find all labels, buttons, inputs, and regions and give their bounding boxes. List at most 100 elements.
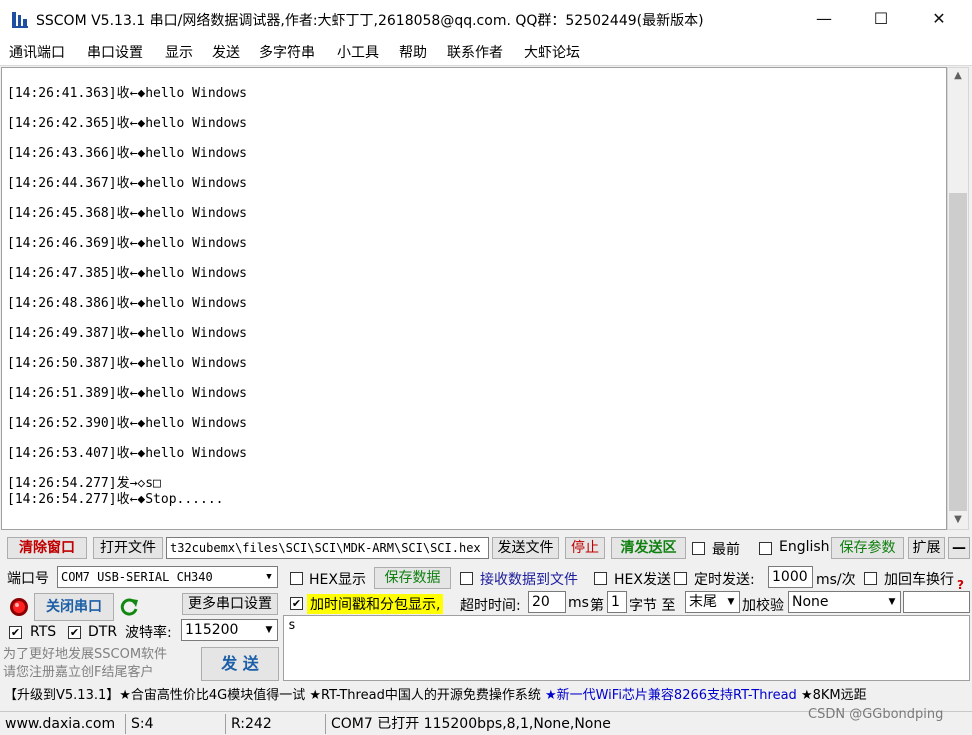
chevron-down-icon: ▼ xyxy=(261,567,277,587)
recv-to-file-checkbox[interactable] xyxy=(460,572,473,585)
checksum-label: 加校验 xyxy=(742,598,784,614)
stop-button[interactable]: 停止 xyxy=(565,537,605,559)
file-path-field[interactable]: t32cubemx\files\SCI\SCI\MDK-ARM\SCI\SCI.… xyxy=(166,537,489,559)
port-status: COM7 已打开 115200bps,8,1,None,None xyxy=(331,716,611,732)
timeout-input[interactable]: 20 xyxy=(528,591,566,613)
menu-item-tools[interactable]: 小工具 xyxy=(337,42,379,62)
save-params-button[interactable]: 保存参数 xyxy=(831,537,904,559)
port-value: COM7 USB-SERIAL CH340 xyxy=(61,570,213,584)
open-file-button[interactable]: 打开文件 xyxy=(93,537,163,559)
rts-checkbox[interactable]: ✔ xyxy=(9,626,22,639)
save-data-button[interactable]: 保存数据 xyxy=(374,567,451,589)
rts-label: RTS xyxy=(30,624,57,640)
topmost-checkbox[interactable] xyxy=(692,542,705,555)
receive-line: [14:26:41.363]收←◆hello Windows xyxy=(7,86,247,101)
menu-item-forum[interactable]: 大虾论坛 xyxy=(524,42,580,62)
scroll-thumb[interactable] xyxy=(949,193,967,511)
timeout-label: 超时时间: xyxy=(460,598,521,614)
menu-item-comm-port[interactable]: 通讯端口 xyxy=(9,42,65,62)
window-title: SSCOM V5.13.1 串口/网络数据调试器,作者:大虾丁丁,2618058… xyxy=(36,13,704,29)
chevron-down-icon: ▼ xyxy=(261,620,277,640)
interval-input[interactable]: 1000 xyxy=(768,566,813,588)
receive-line: [14:26:46.369]收←◆hello Windows xyxy=(7,236,247,251)
title-bar: SSCOM V5.13.1 串口/网络数据调试器,作者:大虾丁丁,2618058… xyxy=(0,0,972,38)
byte-end-value: 末尾 xyxy=(689,594,717,610)
hex-send-checkbox[interactable] xyxy=(594,572,607,585)
received-count-status: R:242 xyxy=(228,714,326,734)
notice-text: 【升级到V5.13.1】★合宙高性价比4G模块值得一试 ★RT-Thread中国… xyxy=(4,688,867,703)
checksum-select[interactable]: None ▼ xyxy=(788,591,901,613)
menu-item-send[interactable]: 发送 xyxy=(212,42,240,62)
more-settings-button[interactable]: 更多串口设置 xyxy=(182,593,278,615)
website-status[interactable]: www.daxia.com xyxy=(2,714,126,734)
receive-line: [14:26:49.387]收←◆hello Windows xyxy=(7,326,247,341)
menu-item-contact-author[interactable]: 联系作者 xyxy=(447,42,503,62)
receive-line: [14:26:48.386]收←◆hello Windows xyxy=(7,296,247,311)
close-button[interactable]: ✕ xyxy=(916,0,962,38)
dtr-label: DTR xyxy=(88,624,118,640)
checksum-value: None xyxy=(792,594,829,610)
send-button[interactable]: 发 送 xyxy=(201,647,279,681)
refresh-icon[interactable] xyxy=(120,597,140,617)
dtr-checkbox[interactable]: ✔ xyxy=(68,626,81,639)
hex-display-checkbox[interactable] xyxy=(290,572,303,585)
clear-window-button[interactable]: 清除窗口 xyxy=(7,537,87,559)
byte-start-input[interactable]: 1 xyxy=(607,591,627,613)
receive-line: [14:26:43.366]收←◆hello Windows xyxy=(7,146,247,161)
byte-end-select[interactable]: 末尾 ▼ xyxy=(685,591,740,613)
receive-line: [14:26:54.277]收←◆Stop...... xyxy=(7,492,224,507)
checksum-result-field xyxy=(903,591,970,613)
timestamp-label: 加时间戳和分包显示, xyxy=(307,594,444,614)
receive-line: [14:26:47.385]收←◆hello Windows xyxy=(7,266,247,281)
receive-line: [14:26:44.367]收←◆hello Windows xyxy=(7,176,247,191)
timed-send-checkbox[interactable] xyxy=(674,572,687,585)
promo-text[interactable]: 为了更好地发展SSCOM软件 请您注册嘉立创F结尾客户 xyxy=(3,646,167,682)
close-port-button[interactable]: 关闭串口 xyxy=(34,593,114,621)
promo-line: 为了更好地发展SSCOM软件 xyxy=(3,647,168,662)
port-select[interactable]: COM7 USB-SERIAL CH340 ▼ xyxy=(57,566,278,588)
recv-to-file-label: 接收数据到文件 xyxy=(480,572,578,588)
help-icon[interactable]: ? xyxy=(957,578,964,592)
append-newline-checkbox[interactable] xyxy=(864,572,877,585)
menu-item-serial-settings[interactable]: 串口设置 xyxy=(87,42,143,62)
topmost-label: 最前 xyxy=(712,542,740,558)
receive-area[interactable]: [14:26:41.363]收←◆hello Windows [14:26:42… xyxy=(1,67,947,530)
receive-line: [14:26:42.365]收←◆hello Windows xyxy=(7,116,247,131)
menu-item-multi-string[interactable]: 多字符串 xyxy=(259,42,315,62)
timestamp-checkbox[interactable]: ✔ xyxy=(290,597,303,610)
baud-label: 波特率: xyxy=(125,625,172,641)
minimize-button[interactable]: — xyxy=(801,0,847,38)
chevron-down-icon: ▼ xyxy=(723,592,739,612)
maximize-button[interactable]: ☐ xyxy=(858,0,904,38)
promo-line: 请您注册嘉立创F结尾客户 xyxy=(3,665,154,680)
append-newline-label: 加回车换行 xyxy=(884,572,954,588)
menu-item-display[interactable]: 显示 xyxy=(165,42,193,62)
scroll-up-icon[interactable]: ▲ xyxy=(949,70,967,81)
baud-select[interactable]: 115200 ▼ xyxy=(181,619,278,641)
scroll-down-icon[interactable]: ▼ xyxy=(949,514,967,525)
sent-count-status: S:4 xyxy=(128,714,226,734)
receive-line: [14:26:45.368]收←◆hello Windows xyxy=(7,206,247,221)
receive-line: [14:26:51.389]收←◆hello Windows xyxy=(7,386,247,401)
clear-send-button[interactable]: 清发送区 xyxy=(611,537,686,559)
timeout-unit-label: ms xyxy=(568,595,589,611)
expand-button[interactable]: 扩展 xyxy=(908,537,945,559)
app-icon xyxy=(12,12,28,28)
port-status-light-icon xyxy=(10,598,28,616)
send-content: s xyxy=(288,618,296,633)
interval-unit-label: ms/次 xyxy=(816,572,856,588)
send-file-button[interactable]: 发送文件 xyxy=(492,537,559,559)
port-label: 端口号 xyxy=(7,571,49,587)
receive-line: [14:26:50.387]收←◆hello Windows xyxy=(7,356,247,371)
menu-item-help[interactable]: 帮助 xyxy=(399,42,427,62)
byte-range-label: 字节 至 xyxy=(629,598,676,614)
send-input[interactable]: s xyxy=(283,615,970,681)
english-checkbox[interactable] xyxy=(759,542,772,555)
timed-send-label: 定时发送: xyxy=(694,572,755,588)
byte-prefix-label: 第 xyxy=(590,598,604,614)
notice-ticker[interactable]: 【升级到V5.13.1】★合宙高性价比4G模块值得一试 ★RT-Thread中国… xyxy=(0,685,972,707)
baud-value: 115200 xyxy=(185,622,239,638)
chevron-down-icon: ▼ xyxy=(884,592,900,612)
watermark: CSDN @GGbondping xyxy=(808,707,944,722)
collapse-button[interactable]: — xyxy=(948,537,970,559)
